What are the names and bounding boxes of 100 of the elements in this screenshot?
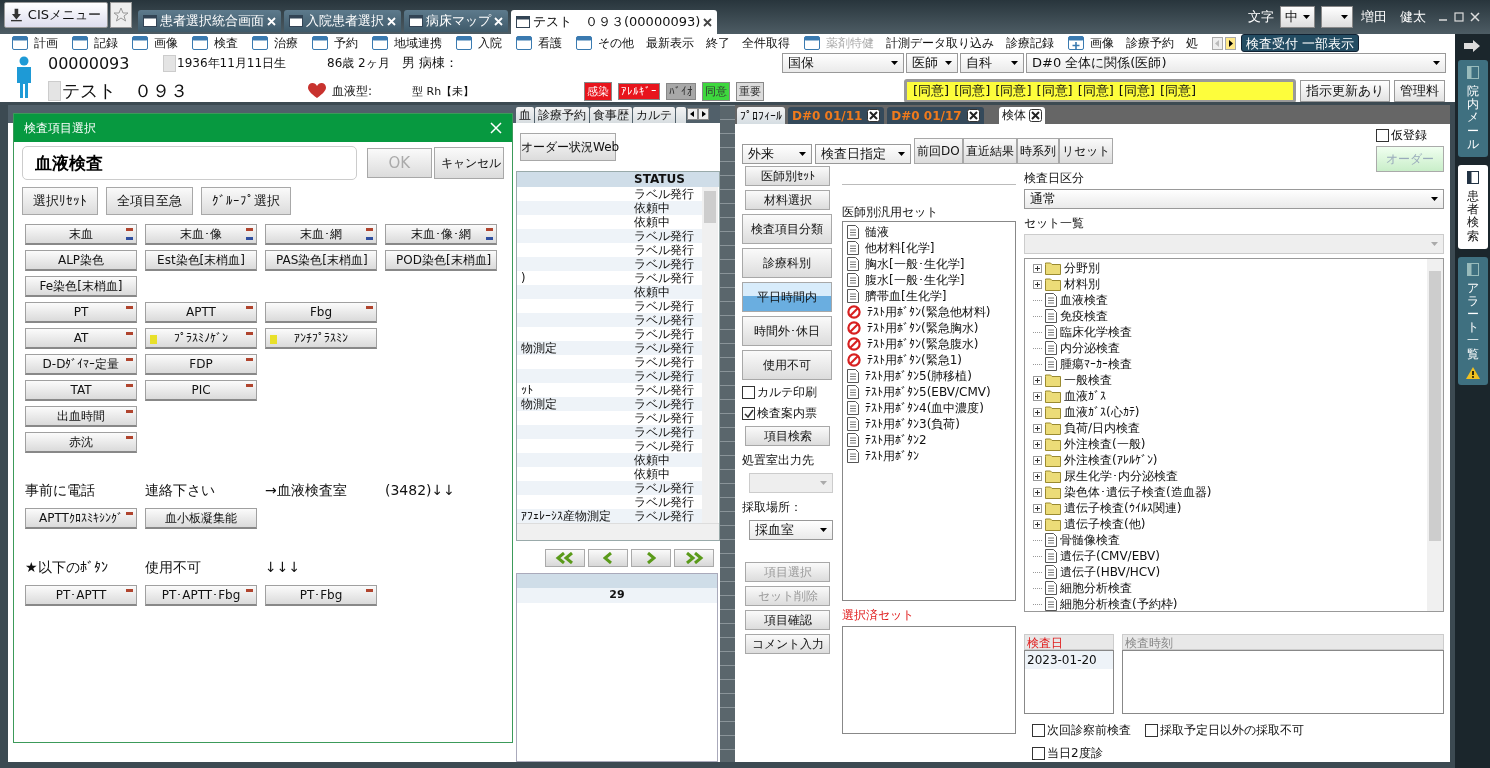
provisional-checkbox[interactable]: 仮登録 (1376, 127, 1427, 144)
window-icon[interactable] (372, 36, 388, 50)
status-badge[interactable]: 感染 (584, 81, 612, 101)
header-button[interactable]: 管理料 (1394, 80, 1445, 102)
option-checkbox[interactable]: 採取予定日以外の採取不可 (1145, 722, 1304, 739)
test-item-button[interactable]: 出血時間 (25, 406, 137, 427)
category-button[interactable]: 時間外･休日 (742, 316, 832, 346)
set-item[interactable]: ﾃｽﾄ用ﾎﾞﾀﾝ(緊急腹水) (847, 336, 1011, 352)
window-icon[interactable] (312, 36, 328, 50)
tree-item[interactable]: 免疫検査 (1033, 308, 1427, 324)
screen-tab[interactable]: 病床マップ (404, 10, 508, 32)
tree-item[interactable]: 負荷/日内検査 (1033, 420, 1427, 436)
set-item[interactable]: ﾃｽﾄ用ﾎﾞﾀﾝ4(血中濃度) (847, 400, 1011, 416)
toolbar-button[interactable]: リセット (1058, 138, 1113, 164)
test-item-button[interactable]: PT (25, 302, 137, 323)
expand-icon[interactable] (1033, 503, 1042, 513)
expand-icon[interactable] (1033, 439, 1042, 449)
set-item[interactable]: ﾃｽﾄ用ﾎﾞﾀﾝ2 (847, 432, 1011, 448)
action-button[interactable]: 材料選択 (745, 190, 830, 210)
option-checkbox[interactable]: 検査案内票 (742, 405, 842, 422)
menu-item[interactable]: 画像 (1090, 34, 1114, 52)
expand-icon[interactable] (1033, 279, 1042, 289)
consent-bar[interactable]: [同意] [同意] [同意] [同意] [同意] [同意] [同意] (904, 79, 1296, 103)
tree-item[interactable]: 遺伝子検査(ｳｲﾙｽ関連) (1033, 500, 1427, 516)
menu-item[interactable]: 治療 (274, 34, 298, 52)
action-button[interactable]: 医師別ｾｯﾄ (745, 166, 830, 186)
tree-item[interactable]: 血液ｶﾞｽ (1033, 388, 1427, 404)
menu-item[interactable]: 最新表示 (646, 34, 694, 52)
window-icon[interactable] (456, 36, 472, 50)
menu-item[interactable]: 診療記録 (1006, 34, 1054, 52)
maximize-icon[interactable] (1454, 12, 1464, 22)
test-item-button[interactable]: TAT (25, 380, 137, 401)
tree-item[interactable]: 染色体･遺伝子検査(造血器) (1033, 484, 1427, 500)
first-page-button[interactable] (545, 549, 585, 567)
option-checkbox[interactable]: 当日2度診 (1032, 745, 1103, 762)
tree-item[interactable]: 遺伝子(CMV/EBV) (1033, 548, 1427, 564)
category-button[interactable]: 平日時間内 (742, 282, 832, 312)
window-icon[interactable] (132, 36, 148, 50)
last-page-button[interactable] (674, 549, 714, 567)
menu-item[interactable]: 入院 (478, 34, 502, 52)
tree-item[interactable]: 細胞分析検査 (1033, 580, 1427, 596)
previous-page-button[interactable] (588, 549, 628, 567)
screen-tab[interactable]: 患者選択統合画面 (138, 10, 281, 32)
scroll-right-icon[interactable] (1225, 36, 1236, 50)
font-size-dropdown[interactable]: 中 (1280, 6, 1315, 28)
menu-item[interactable]: 記録 (94, 34, 118, 52)
menu-item[interactable]: 全件取得 (742, 34, 790, 52)
set-item[interactable]: 他材料[化学] (847, 240, 1011, 256)
action-button[interactable]: 項目検索 (745, 426, 830, 446)
side-tab[interactable]: 患者検索 (1457, 164, 1488, 249)
filter-dropdown[interactable]: 外来 (742, 144, 812, 164)
set-item[interactable]: ﾃｽﾄ用ﾎﾞﾀﾝ(緊急1) (847, 352, 1011, 368)
test-item-button[interactable]: 末血･像 (145, 224, 257, 245)
test-item-button[interactable]: Fbg (265, 302, 377, 323)
screen-tab[interactable]: テスト ０９３(00000093) (511, 10, 718, 34)
test-item-button[interactable]: Fe染色[末梢血] (25, 276, 137, 297)
category-field[interactable]: 血液検査 (22, 146, 357, 180)
expand-icon[interactable] (1033, 423, 1042, 433)
tree-item[interactable]: 外注検査(一般) (1033, 436, 1427, 452)
set-item[interactable]: 臍帯血[生化学] (847, 288, 1011, 304)
tree-item[interactable]: 一般検査 (1033, 372, 1427, 388)
tree-item[interactable]: 骨髄像検査 (1033, 532, 1427, 548)
arrow-right-icon[interactable] (1463, 40, 1482, 52)
test-item-button[interactable]: PT･APTT (25, 585, 137, 606)
expand-icon[interactable] (1033, 471, 1042, 481)
test-item-button[interactable]: ﾌﾟﾗｽﾐﾉｹﾞﾝ (145, 328, 257, 349)
tab-scroll-icon[interactable] (687, 108, 709, 120)
tree-item[interactable]: 細胞分析検査(予約枠) (1033, 596, 1427, 612)
category-button[interactable]: 使用不可 (742, 350, 832, 380)
menu-item[interactable]: 看護 (538, 34, 562, 52)
test-item-button[interactable]: POD染色[末梢血] (385, 250, 497, 271)
tree-item[interactable]: 臨床化学検査 (1033, 324, 1427, 340)
scrollbar[interactable] (1427, 259, 1443, 611)
window-icon[interactable] (804, 36, 820, 50)
tool-button[interactable]: 全項目至急 (106, 187, 193, 215)
insurance-dropdown[interactable]: 国保 (782, 53, 904, 73)
tree-item[interactable]: 材料別 (1033, 276, 1427, 292)
scrollbar[interactable] (702, 187, 718, 523)
favorite-button[interactable] (110, 2, 132, 28)
menu-item[interactable]: 診療予約 (1126, 34, 1174, 52)
close-icon[interactable] (703, 17, 713, 27)
insurance-dropdown[interactable]: 医師 (906, 53, 958, 73)
expand-icon[interactable] (1033, 407, 1042, 417)
set-item[interactable]: ﾃｽﾄ用ﾎﾞﾀﾝ5(EBV/CMV) (847, 384, 1011, 400)
test-item-button[interactable]: APTTｸﾛｽﾐｷｼﾝｸﾞ (25, 508, 137, 529)
action-button[interactable]: コメント入力 (745, 634, 830, 654)
set-item[interactable]: 髄液 (847, 224, 1011, 240)
window-icon[interactable] (192, 36, 208, 50)
set-item[interactable]: ﾃｽﾄ用ﾎﾞﾀﾝ3(負荷) (847, 416, 1011, 432)
menu-item[interactable]: 計画 (34, 34, 58, 52)
tree-item[interactable]: 内分泌検査 (1033, 340, 1427, 356)
panel-tab[interactable]: 血 (516, 107, 534, 123)
user-dropdown[interactable] (1321, 6, 1353, 28)
window-icon[interactable] (12, 36, 28, 50)
window-icon[interactable] (516, 36, 532, 50)
close-icon[interactable] (1028, 109, 1042, 122)
test-item-button[interactable]: ｱﾝﾁﾌﾟﾗｽﾐﾝ (265, 328, 377, 349)
expand-icon[interactable] (1033, 487, 1042, 497)
menu-item[interactable]: 終了 (706, 34, 730, 52)
menu-item[interactable]: 予約 (334, 34, 358, 52)
